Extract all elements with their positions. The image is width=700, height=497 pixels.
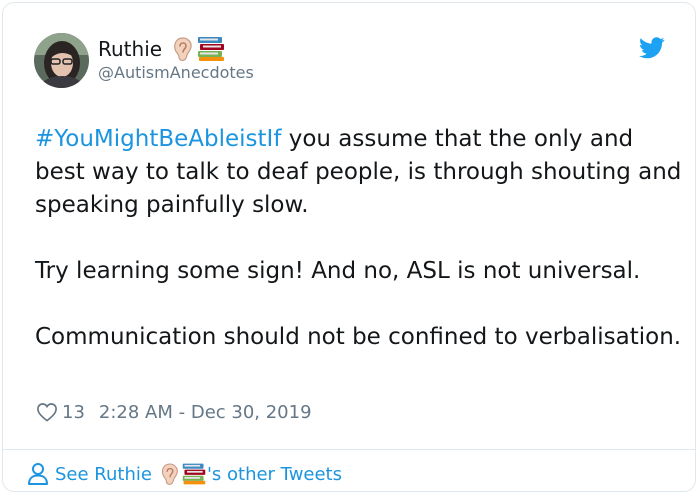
tweet-timestamp[interactable]: 2:28 AM - Dec 30, 2019 bbox=[99, 402, 312, 423]
tweet-text: #YouMightBeAbleistIf you assume that the… bbox=[35, 123, 685, 354]
person-icon bbox=[28, 463, 48, 485]
tweet-paragraph-3: Communication should not be confined to … bbox=[35, 324, 682, 350]
avatar[interactable] bbox=[34, 33, 89, 88]
author-display-name[interactable]: Ruthie bbox=[98, 35, 162, 63]
avatar-image bbox=[34, 33, 89, 88]
see-other-tweets-link[interactable]: See Ruthie 's other Tweets bbox=[27, 461, 342, 487]
author-name-row[interactable]: Ruthie bbox=[98, 35, 226, 63]
books-icon bbox=[198, 37, 225, 61]
books-icon bbox=[182, 463, 206, 485]
heart-icon[interactable] bbox=[36, 402, 58, 422]
tweet-paragraph-2: Try learning some sign! And no, ASL is n… bbox=[35, 258, 641, 284]
author-handle[interactable]: @AutismAnecdotes bbox=[98, 63, 254, 83]
tweet-card: Ruthie @AutismAnecdotes #YouMightBeAblei… bbox=[2, 2, 696, 492]
twitter-bird-icon[interactable] bbox=[639, 37, 665, 59]
like-count[interactable]: 13 bbox=[62, 402, 85, 423]
footer-emojis bbox=[160, 462, 207, 486]
tweet-meta: 13 2:28 AM - Dec 30, 2019 bbox=[36, 399, 312, 425]
hashtag-link[interactable]: #YouMightBeAbleistIf bbox=[35, 126, 281, 152]
see-other-tweets-suffix[interactable]: 's other Tweets bbox=[207, 464, 342, 485]
see-other-tweets-prefix[interactable]: See Ruthie bbox=[55, 464, 152, 485]
tweet-paragraph-1: #YouMightBeAbleistIf you assume that the… bbox=[35, 123, 685, 222]
ear-icon bbox=[161, 463, 178, 485]
ear-icon bbox=[174, 37, 192, 61]
name-emojis bbox=[172, 36, 226, 62]
divider bbox=[3, 449, 695, 450]
